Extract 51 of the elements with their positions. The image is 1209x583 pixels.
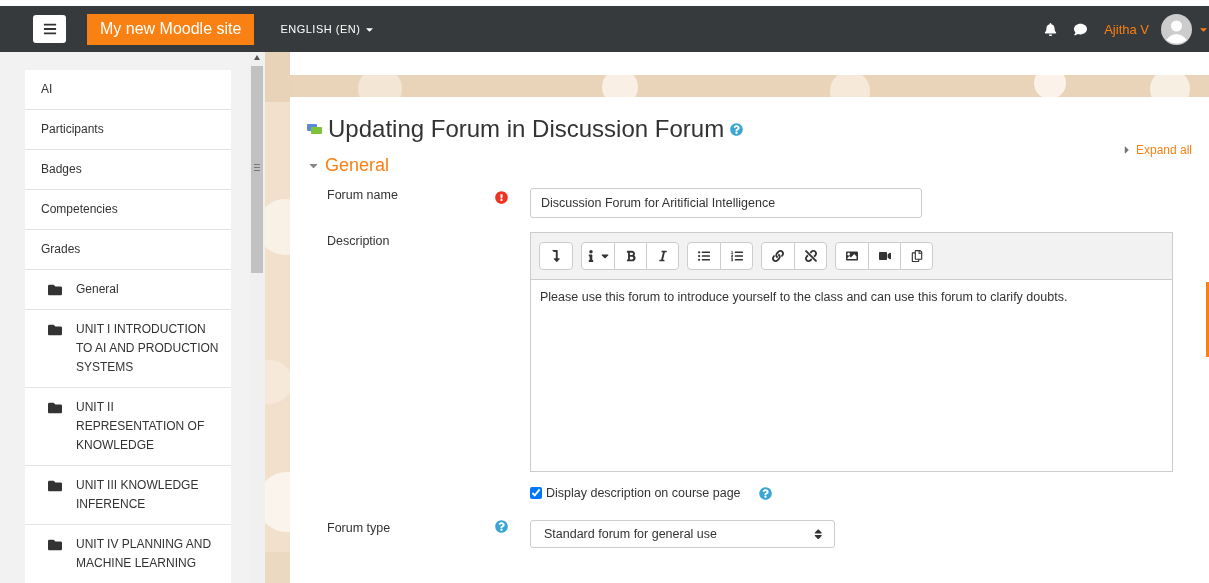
- video-icon: [878, 250, 891, 262]
- unlink-icon: [804, 250, 817, 262]
- section-name: UNIT II REPRESENTATION OF KNOWLEDGE: [76, 399, 206, 454]
- copy-icon: [910, 250, 923, 262]
- forum-icon: [307, 122, 322, 136]
- sidebar-item[interactable]: UNIT III KNOWLEDGE INFERENCE: [25, 466, 231, 525]
- language-menu[interactable]: ENGLISH (EN): [280, 23, 376, 35]
- text-editor[interactable]: Please use this forum to introduce yourself to the class and can use this forum to clarify doubts.: [530, 232, 1173, 472]
- user-name[interactable]: Ajitha V: [1104, 21, 1149, 37]
- sidebar-item[interactable]: UNIT II REPRESENTATION OF KNOWLEDGE: [25, 388, 231, 466]
- sidebar-item[interactable]: Badges: [25, 150, 231, 190]
- section-name: General: [76, 281, 120, 298]
- avatar-icon[interactable]: [1161, 13, 1192, 45]
- help-icon[interactable]: [730, 122, 744, 136]
- dropdown-select[interactable]: Standard forum for general use: [530, 520, 835, 548]
- section-name: UNIT IV PLANNING AND MACHINE LEARNING: [76, 536, 213, 572]
- bulleted-list-icon: [698, 250, 710, 262]
- field-label: Forum type: [326, 520, 392, 535]
- link-icon: [772, 250, 784, 262]
- section-name: UNIT I INTRODUCTION TO AI AND PRODUCTION SYSTEMS: [76, 321, 220, 376]
- help-icon[interactable]: [495, 520, 508, 533]
- folder-icon: [48, 323, 62, 337]
- checkbox[interactable]: [530, 487, 542, 499]
- sidebar-item[interactable]: Grades: [25, 230, 231, 270]
- sidebar-item[interactable]: Participants: [25, 110, 231, 150]
- italic-icon: [656, 250, 669, 262]
- undo-icon: [550, 250, 562, 262]
- sidebar-item[interactable]: General: [25, 270, 231, 310]
- folder-icon: [48, 283, 62, 297]
- folder-icon: [48, 401, 62, 415]
- page-title: Updating Forum in Discussion Forum: [328, 115, 725, 143]
- help-icon[interactable]: [758, 486, 772, 500]
- bell-icon[interactable]: [1044, 22, 1058, 36]
- field-label: Forum name: [326, 188, 399, 202]
- checkbox-label: Display description on course page: [546, 486, 741, 500]
- folder-icon: [48, 538, 62, 552]
- section-name: UNIT III KNOWLEDGE INFERENCE: [76, 477, 200, 513]
- description-text: Please use this forum to introduce yourself to the class and can use this forum to clarify doubts.: [539, 289, 1069, 306]
- bold-icon: [624, 250, 637, 262]
- input-field[interactable]: Discussion Forum for Aritificial Intelligence: [530, 188, 922, 218]
- menu-button[interactable]: [33, 15, 66, 43]
- image-icon: [846, 250, 858, 262]
- sidebar-item[interactable]: UNIT I INTRODUCTION TO AI AND PRODUCTION SYSTEMS: [25, 310, 231, 388]
- sidebar-item[interactable]: AI: [25, 70, 231, 110]
- field-label: Description: [326, 233, 391, 248]
- sidebar-item[interactable]: Competencies: [25, 190, 231, 230]
- sidebar-item[interactable]: UNIT IV PLANNING AND MACHINE LEARNING: [25, 525, 231, 583]
- menu-icon: [42, 22, 57, 36]
- folder-icon: [48, 479, 62, 493]
- chat-icon[interactable]: [1074, 22, 1088, 36]
- numbered-list-icon: [730, 250, 743, 262]
